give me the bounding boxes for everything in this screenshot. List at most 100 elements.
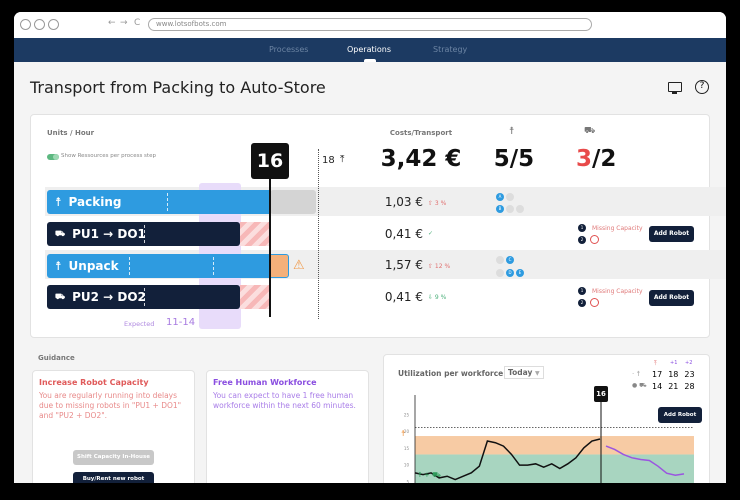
worker-c[interactable]: C: [506, 256, 514, 264]
unpack-overflow: [270, 254, 289, 278]
close-window-button[interactable]: [20, 19, 31, 30]
active-tab-indicator: [364, 59, 376, 62]
resources-toggle[interactable]: [47, 154, 59, 160]
robot-badge: 1: [578, 287, 586, 295]
divider: [129, 257, 130, 275]
help-icon[interactable]: ?: [695, 80, 709, 94]
divider: [167, 193, 168, 211]
zone-both-icon: ☨ + ⛟: [418, 471, 441, 479]
back-icon[interactable]: ←: [108, 18, 116, 28]
monitor-icon[interactable]: [668, 82, 682, 94]
robot-badge: 1: [578, 224, 586, 232]
buy-rent-robot-button[interactable]: Buy/Rent new robot: [73, 472, 154, 483]
robots-count: 3/2: [576, 146, 616, 172]
guidance-title: Free Human Workforce: [213, 378, 317, 387]
cost-change: ⇧ 12 %: [428, 263, 451, 270]
missing-capacity-label: Missing Capacity: [592, 288, 643, 295]
robot-icon: ⛟: [55, 292, 66, 301]
utilization-band: [415, 436, 694, 455]
maximize-window-button[interactable]: [48, 19, 59, 30]
current-rate-marker[interactable]: 16: [251, 143, 289, 179]
y-tick-label: 25: [404, 412, 410, 417]
missing-robot-slot: [590, 235, 599, 244]
robot-badge: 2: [578, 299, 586, 307]
robots-used: 3: [576, 146, 593, 172]
process-bar-pu1-do1[interactable]: ⛟ PU1 → DO1: [47, 222, 240, 246]
process-label: PU2 → DO2: [72, 290, 146, 304]
process-label: Unpack: [68, 259, 119, 273]
worker-slot[interactable]: [496, 269, 504, 277]
process-bar-unpack[interactable]: ☨ Unpack: [47, 254, 270, 278]
row-cost: 0,41 €: [384, 290, 423, 304]
worker-slot[interactable]: [496, 256, 504, 264]
y-tick-label: 10: [404, 463, 410, 468]
robot-badge: 2: [578, 236, 586, 244]
shift-capacity-button[interactable]: Shift Capacity In-House: [73, 450, 154, 465]
worker-e[interactable]: E: [516, 269, 524, 277]
add-robot-button[interactable]: Add Robot: [649, 226, 694, 242]
guidance-text: You are regularly running into delays du…: [39, 391, 182, 420]
add-robot-button[interactable]: Add Robot: [658, 407, 702, 423]
page-title: Transport from Packing to Auto-Store: [30, 78, 326, 97]
row-cost: 1,57 €: [384, 258, 423, 272]
expected-range: 11-14: [166, 317, 196, 328]
guidance-card-robot: Increase Robot Capacity You are regularl…: [32, 370, 195, 483]
person-icon: ☨: [55, 195, 62, 209]
worker-slot[interactable]: [516, 205, 524, 213]
y-tick-label: 5: [406, 479, 409, 483]
process-label: Packing: [68, 195, 122, 209]
check-icon: ✓: [428, 230, 434, 237]
missing-capacity-label: Missing Capacity: [592, 225, 643, 232]
max-rate-line: [318, 149, 319, 319]
guidance-title: Increase Robot Capacity: [39, 378, 149, 387]
units-label: Units / Hour: [47, 129, 95, 137]
expected-label: Expected: [124, 320, 155, 328]
person-icon: ☨: [55, 259, 62, 273]
minimize-window-button[interactable]: [34, 19, 45, 30]
process-card: Units / Hour Show Ressources per process…: [30, 114, 726, 338]
missing-capacity-hatch: [240, 285, 270, 309]
current-time-marker[interactable]: 16: [594, 386, 608, 402]
tab-strategy[interactable]: Strategy: [433, 45, 467, 54]
max-icon: ⤒: [340, 154, 345, 165]
packing-remaining-capacity: [270, 190, 316, 214]
missing-capacity-hatch: [240, 222, 270, 246]
missing-robot-slot: [590, 298, 599, 307]
url-bar[interactable]: www.lotsofbots.com: [148, 18, 592, 31]
add-robot-button[interactable]: Add Robot: [649, 290, 694, 306]
humans-count: 5/5: [493, 146, 535, 172]
row-cost: 1,03 €: [384, 195, 423, 209]
zone-human-icon: ☨: [401, 429, 406, 438]
divider: [144, 225, 145, 243]
forward-icon[interactable]: →: [120, 18, 128, 28]
worker-a[interactable]: A: [496, 193, 504, 201]
process-label: PU1 → DO1: [72, 227, 146, 241]
robots-total: /2: [592, 146, 617, 172]
warning-icon[interactable]: ⚠: [293, 258, 305, 273]
guidance-text: You can expect to have 1 free human work…: [213, 391, 356, 410]
worker-d[interactable]: D: [506, 269, 514, 277]
divider: [144, 288, 145, 306]
worker-b[interactable]: B: [496, 205, 504, 213]
robot-icon: ⛟: [584, 126, 596, 136]
guidance-card-human: Free Human Workforce You can expect to h…: [206, 370, 369, 483]
person-icon: ☨: [509, 126, 515, 137]
browser-window: ← → C www.lotsofbots.com Processes Opera…: [14, 12, 726, 483]
cost-change: ⇧ 3 %: [428, 200, 447, 207]
utilization-card: Utilization per workforce Today ▼ ⤒ +1 +…: [383, 354, 710, 483]
guidance-label: Guidance: [38, 354, 75, 362]
costs-header: Costs/Transport: [389, 129, 453, 137]
toggle-label: Show Ressources per process step: [61, 153, 156, 159]
max-rate-value: 18: [322, 155, 335, 166]
reload-icon[interactable]: C: [134, 18, 140, 28]
process-bar-packing[interactable]: ☨ Packing: [47, 190, 270, 214]
divider: [213, 257, 214, 275]
process-bar-pu2-do2[interactable]: ⛟ PU2 → DO2: [47, 285, 240, 309]
tab-operations[interactable]: Operations: [347, 45, 391, 54]
worker-slot[interactable]: [506, 205, 514, 213]
worker-slot[interactable]: [506, 193, 514, 201]
y-tick-label: 15: [404, 446, 410, 451]
tab-processes[interactable]: Processes: [269, 45, 308, 54]
current-rate-line: [269, 175, 271, 317]
robot-icon: ⛟: [55, 229, 66, 238]
